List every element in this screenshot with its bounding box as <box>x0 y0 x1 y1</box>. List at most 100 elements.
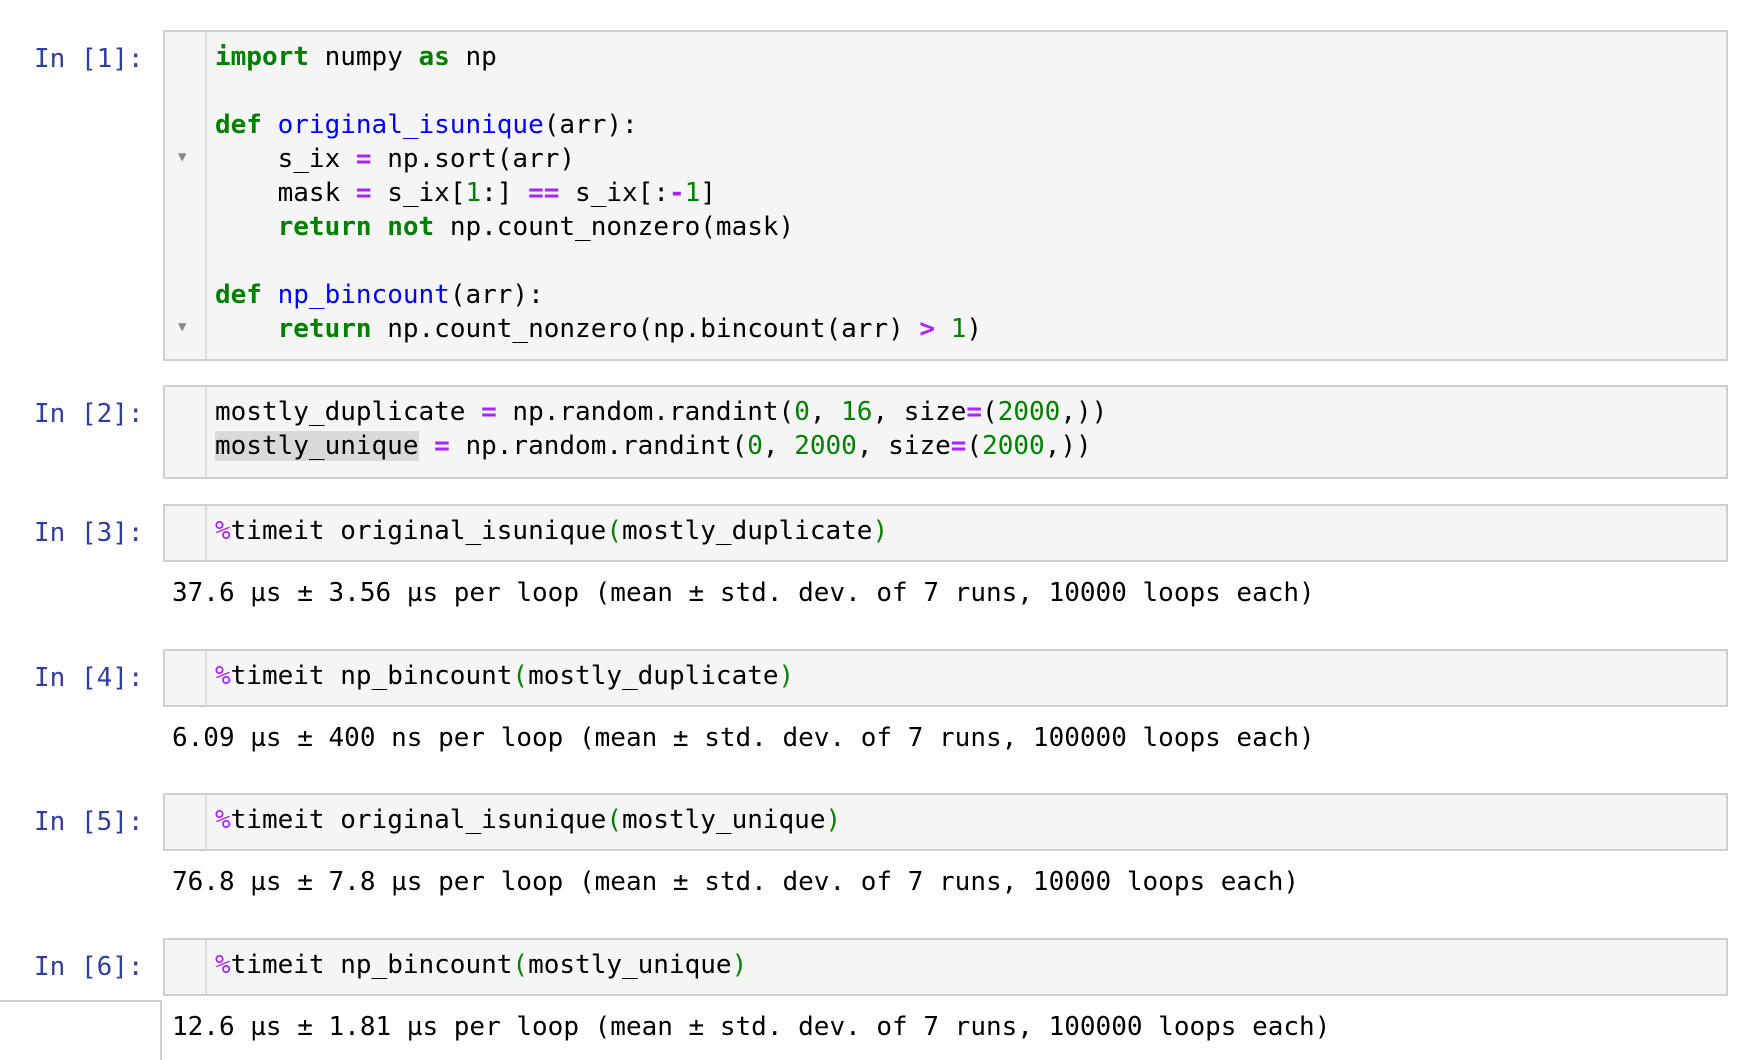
cell-prompt: In [1]: <box>34 44 144 74</box>
code-token: as <box>418 42 450 72</box>
code-gutter <box>165 506 207 560</box>
output-collapser[interactable] <box>0 1000 162 1060</box>
code-token: return <box>277 314 372 344</box>
code-token: return <box>277 212 372 242</box>
code-text[interactable]: import numpy as np def original_isunique… <box>215 40 982 346</box>
code-input[interactable]: %timeit np_bincount(mostly_duplicate) <box>163 649 1728 707</box>
code-token: np.count_nonzero(np.bincount(arr) <box>371 314 920 344</box>
code-text[interactable]: %timeit original_isunique(mostly_duplica… <box>215 514 888 548</box>
code-gutter <box>165 795 207 849</box>
code-line: mostly_unique = np.random.randint(0, 200… <box>215 431 1092 461</box>
cell-prompt: In [6]: <box>34 952 144 982</box>
code-token: 2000 <box>794 431 857 461</box>
code-token: 1 <box>950 314 967 344</box>
code-token: 1 <box>684 178 701 208</box>
code-token: np <box>449 42 497 72</box>
code-token: ) <box>731 950 748 980</box>
code-token: timeit np_bincount <box>230 661 513 691</box>
code-token: mostly_unique <box>528 950 732 980</box>
code-text[interactable]: %timeit np_bincount(mostly_duplicate) <box>215 659 794 693</box>
code-token: ( <box>606 516 622 546</box>
fold-arrow-icon[interactable]: ▼ <box>178 310 186 344</box>
code-token: s_ix <box>215 144 356 174</box>
cell-output: 76.8 µs ± 7.8 µs per loop (mean ± std. d… <box>172 867 1300 897</box>
code-token: = <box>950 431 967 461</box>
code-line: def original_isunique(arr): <box>215 110 638 140</box>
code-line: mask = s_ix[1:] == s_ix[:-1] <box>215 178 716 208</box>
code-line: import numpy as np <box>215 42 497 72</box>
code-token: def <box>215 110 262 140</box>
code-token: , <box>809 397 842 427</box>
code-token: , size <box>872 397 967 427</box>
code-token: % <box>215 661 231 691</box>
code-token: ) <box>872 516 889 546</box>
code-input[interactable]: mostly_duplicate = np.random.randint(0, … <box>163 385 1728 479</box>
code-input[interactable]: ▼ ▼ import numpy as np def original_isun… <box>163 30 1728 361</box>
code-token: mostly_duplicate <box>528 661 779 691</box>
code-token: numpy <box>308 42 419 72</box>
code-token: (arr): <box>543 110 638 140</box>
code-token: mostly_unique <box>622 805 826 835</box>
cell-prompt: In [3]: <box>34 518 144 548</box>
code-token: % <box>215 805 231 835</box>
code-token: , <box>762 431 795 461</box>
code-gutter <box>165 651 207 705</box>
code-line: %timeit np_bincount(mostly_duplicate) <box>215 661 794 691</box>
code-token: np.count_nonzero(mask) <box>434 212 795 242</box>
code-token: not <box>387 212 435 242</box>
code-text[interactable]: %timeit np_bincount(mostly_unique) <box>215 948 747 982</box>
code-token: def <box>215 280 262 310</box>
code-line: def np_bincount(arr): <box>215 280 544 310</box>
code-token: , size <box>856 431 951 461</box>
code-token: > <box>919 314 936 344</box>
code-token: 0 <box>794 397 810 427</box>
cell-output: 6.09 µs ± 400 ns per loop (mean ± std. d… <box>172 723 1315 753</box>
code-token: mask <box>215 178 356 208</box>
code-text[interactable]: mostly_duplicate = np.random.randint(0, … <box>215 395 1107 463</box>
code-token: timeit original_isunique <box>230 516 607 546</box>
code-token: ( <box>512 661 529 691</box>
code-text[interactable]: %timeit original_isunique(mostly_unique) <box>215 803 841 837</box>
code-input[interactable]: %timeit original_isunique(mostly_unique) <box>163 793 1728 851</box>
code-token: ,)) <box>1044 431 1092 461</box>
code-gutter <box>165 940 207 994</box>
code-input[interactable]: %timeit np_bincount(mostly_unique) <box>163 938 1728 996</box>
code-token: ( <box>982 397 998 427</box>
code-token: 16 <box>841 397 873 427</box>
fold-arrow-icon[interactable]: ▼ <box>178 140 186 174</box>
cell-output: 12.6 µs ± 1.81 µs per loop (mean ± std. … <box>172 1012 1331 1042</box>
cell-prompt: In [4]: <box>34 663 144 693</box>
code-token: 2000 <box>982 431 1045 461</box>
code-gutter: ▼ ▼ <box>165 32 207 359</box>
code-line: return not np.count_nonzero(mask) <box>215 212 795 242</box>
code-input[interactable]: %timeit original_isunique(mostly_duplica… <box>163 504 1728 562</box>
code-token: ,)) <box>1060 397 1108 427</box>
code-token: s_ix[: <box>559 178 669 208</box>
code-token: ) <box>825 805 842 835</box>
code-token: np.sort(arr) <box>371 144 576 174</box>
code-token: import <box>215 42 309 72</box>
code-line: s_ix = np.sort(arr) <box>215 144 575 174</box>
code-line: %timeit np_bincount(mostly_unique) <box>215 950 747 980</box>
code-token: (arr): <box>449 280 544 310</box>
code-token: = <box>966 397 983 427</box>
code-token: np.random.randint( <box>449 431 748 461</box>
code-token: ( <box>966 431 983 461</box>
code-token: timeit np_bincount <box>230 950 513 980</box>
code-token: ( <box>512 950 529 980</box>
code-token: 1 <box>465 178 482 208</box>
code-token: mostly_unique <box>215 431 419 461</box>
code-token: == <box>528 178 560 208</box>
code-token: = <box>355 178 372 208</box>
code-token: ( <box>606 805 622 835</box>
code-token: 2000 <box>997 397 1061 427</box>
cell-output: 37.6 µs ± 3.56 µs per loop (mean ± std. … <box>172 578 1315 608</box>
code-token: = <box>481 397 497 427</box>
code-token: np_bincount <box>277 280 450 310</box>
cell-prompt: In [2]: <box>34 399 144 429</box>
cell-prompt: In [5]: <box>34 807 144 837</box>
